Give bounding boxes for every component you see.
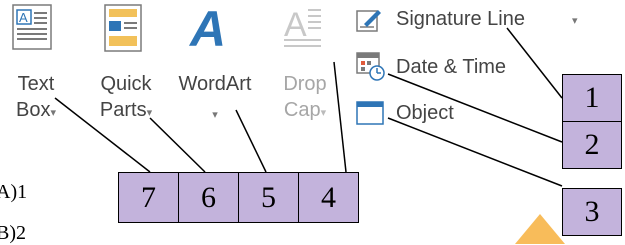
callout-3: 3 (562, 188, 622, 236)
callout-4: 4 (298, 172, 359, 223)
callout-2: 2 (562, 121, 622, 169)
answer-a: A)1 (0, 181, 28, 203)
callout-1: 1 (562, 74, 622, 122)
accent-triangle (515, 214, 565, 244)
callout-6: 6 (178, 172, 239, 223)
callout-5: 5 (238, 172, 299, 223)
callout-7: 7 (118, 172, 179, 223)
answer-b: B)2 (0, 222, 26, 244)
